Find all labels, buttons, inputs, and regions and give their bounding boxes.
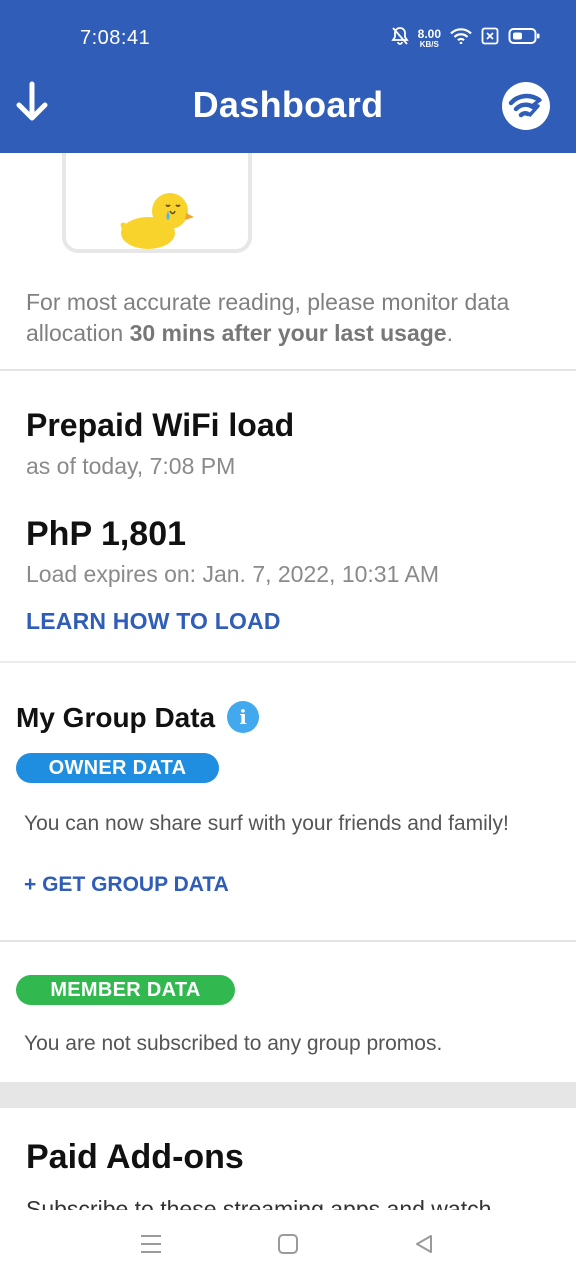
paid-addons-card: Paid Add-ons Subscribe to these streamin… [0,1108,576,1210]
wifi-logo-icon[interactable] [502,82,550,130]
speed-unit: KB/S [419,40,439,49]
usage-note-emphasis: 30 mins after your last usage [129,320,447,346]
paid-addons-subtitle: Subscribe to these streaming apps and wa… [26,1196,492,1210]
status-time: 7:08:41 [80,27,151,49]
group-data-section: My Group Data i OWNER DATA You can now s… [0,665,576,940]
wifi-icon [450,28,472,49]
page-title: Dashboard [192,84,384,125]
prepaid-amount: PhP 1,801 [26,515,187,553]
back-icon[interactable] [412,1232,440,1258]
usage-note: For most accurate reading, please monito… [26,287,556,349]
speed-value: 8.00 [417,27,441,41]
home-icon[interactable] [276,1232,304,1258]
app-header: 7:08:41 8.00 KB/S Dashboard [0,0,576,153]
status-bar: 7:08:41 8.00 KB/S [0,0,576,76]
usage-card: For most accurate reading, please monito… [0,153,576,371]
paid-addons-title: Paid Add-ons [26,1138,244,1176]
group-data-title: My Group Data [16,702,216,733]
learn-how-to-load-link[interactable]: LEARN HOW TO LOAD [26,608,281,635]
section-gap [0,1082,576,1108]
menu-icon[interactable] [138,1232,166,1258]
network-speed: 8.00 KB/S [418,28,441,49]
prepaid-title: Prepaid WiFi load [26,407,295,443]
battery-icon [508,27,540,50]
prepaid-as-of: as of today, 7:08 PM [26,453,236,479]
member-data-description: You are not subscribed to any group prom… [24,1032,443,1055]
owner-data-badge: OWNER DATA [16,753,219,783]
member-data-badge: MEMBER DATA [16,975,235,1005]
bell-muted-icon [390,26,409,51]
usage-note-end: . [446,320,453,346]
member-data-section: MEMBER DATA You are not subscribed to an… [0,942,576,1082]
system-nav-bar [0,1210,576,1280]
get-group-data-link[interactable]: + GET GROUP DATA [24,873,229,897]
crying-duck-icon [118,189,194,251]
info-icon[interactable]: i [227,701,259,733]
prepaid-expiry: Load expires on: Jan. 7, 2022, 10:31 AM [26,561,440,587]
sim-blocked-icon [481,27,499,50]
owner-data-description: You can now share surf with your friends… [24,812,509,835]
prepaid-card: Prepaid WiFi load as of today, 7:08 PM P… [0,373,576,663]
status-icons: 8.00 KB/S [390,26,540,51]
